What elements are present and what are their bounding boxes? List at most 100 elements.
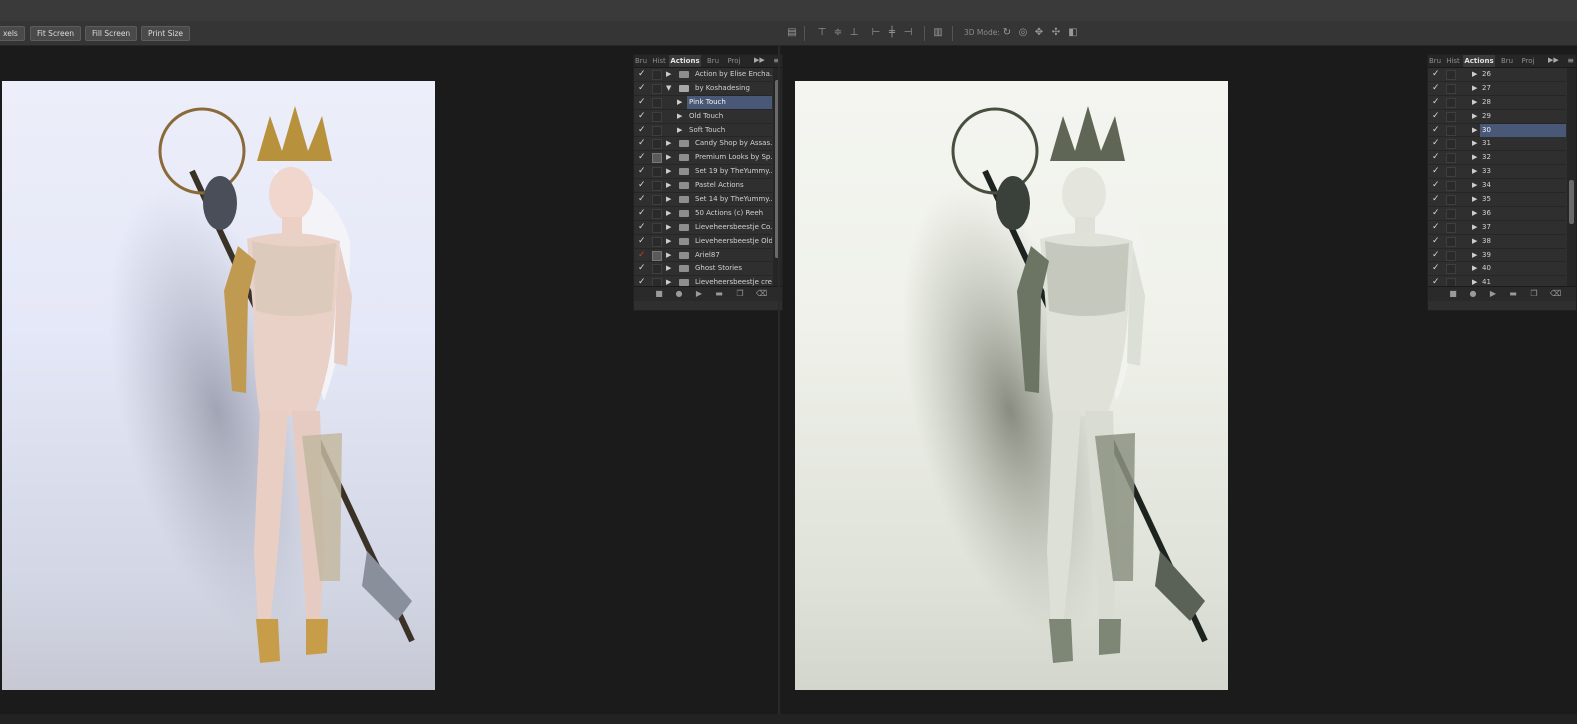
fill-screen-button[interactable]: Fill Screen [85, 26, 138, 41]
action-row[interactable]: ✓ ▶ 26 [1428, 68, 1566, 82]
document-canvas-left[interactable] [2, 81, 435, 690]
action-row[interactable]: ✓ ▶ 34 [1428, 179, 1566, 194]
toggle-dialog-icon[interactable] [652, 111, 662, 122]
action-row[interactable]: ✓ ▶ Old Touch [634, 110, 772, 124]
action-set-row[interactable]: ✓ ▼ by Koshadesing [634, 82, 772, 96]
record-icon[interactable]: ● [1468, 289, 1478, 299]
toggle-dialog-icon[interactable] [652, 222, 662, 233]
action-set-row[interactable]: ✓ ▶ Action by Elise Encha... [634, 68, 772, 82]
action-row[interactable]: ✓ ▶ 39 [1428, 249, 1566, 263]
tab-brush[interactable]: Bru [1428, 55, 1442, 67]
delete-icon[interactable]: ⌫ [1550, 289, 1561, 299]
expand-triangle-icon[interactable]: ▶ [1472, 193, 1477, 206]
toggle-item-checkmark-icon[interactable]: ✓ [638, 207, 648, 220]
align-left-icon[interactable]: ⊢ [870, 27, 882, 39]
tab-history[interactable]: Hist [650, 55, 668, 67]
toggle-item-checkmark-icon[interactable]: ✓ [1432, 124, 1442, 137]
toggle-item-checkmark-icon[interactable]: ✓ [1432, 249, 1442, 262]
action-set-row[interactable]: ✓ ▶ Ghost Stories [634, 262, 772, 277]
expand-triangle-icon[interactable]: ▶ [666, 137, 671, 150]
expand-triangle-icon[interactable]: ▶ [666, 276, 671, 286]
toggle-item-checkmark-icon[interactable]: ✓ [638, 165, 648, 178]
toggle-dialog-icon[interactable] [652, 264, 662, 275]
action-row[interactable]: ✓ ▶ 30 [1428, 123, 1566, 138]
toggle-dialog-icon[interactable] [1446, 208, 1456, 219]
expand-triangle-icon[interactable]: ▶ [1472, 137, 1477, 150]
document-canvas-right[interactable] [795, 81, 1228, 690]
new-set-icon[interactable]: ▬ [714, 289, 724, 299]
toggle-item-checkmark-icon[interactable]: ✓ [638, 124, 648, 137]
expand-triangle-icon[interactable]: ▶ [1472, 235, 1477, 248]
toggle-dialog-icon[interactable] [652, 250, 662, 261]
toggle-dialog-icon[interactable] [652, 70, 662, 80]
expand-triangle-icon[interactable]: ▶ [666, 165, 671, 178]
panel-menu-icon[interactable]: ≡ [1567, 56, 1574, 65]
action-row[interactable]: ✓ ▶ 40 [1428, 262, 1566, 277]
expand-triangle-icon[interactable]: ▶ [666, 68, 671, 81]
expand-triangle-icon[interactable]: ▶ [666, 179, 671, 192]
expand-triangle-icon[interactable]: ▶ [1472, 124, 1477, 137]
toggle-item-checkmark-icon[interactable]: ✓ [638, 137, 648, 150]
new-action-icon[interactable]: ❐ [735, 289, 745, 299]
auto-align-icon[interactable]: ▤ [786, 27, 798, 39]
toggle-item-checkmark-icon[interactable]: ✓ [638, 262, 648, 275]
action-row[interactable]: ✓ ▶ 31 [1428, 137, 1566, 152]
toggle-dialog-icon[interactable] [652, 83, 662, 94]
expand-triangle-icon[interactable]: ▶ [666, 221, 671, 234]
fit-screen-button[interactable]: Fit Screen [30, 26, 81, 41]
toggle-item-checkmark-icon[interactable]: ✓ [638, 235, 648, 248]
expand-panels-icon[interactable]: ▶▶ [1548, 56, 1559, 64]
action-row[interactable]: ✓ ▶ 32 [1428, 151, 1566, 166]
expand-triangle-icon[interactable]: ▶ [1472, 82, 1477, 95]
align-hcenter-icon[interactable]: ╪ [886, 27, 898, 39]
toggle-dialog-icon[interactable] [652, 139, 662, 150]
tab-history[interactable]: Hist [1444, 55, 1462, 67]
expand-triangle-icon[interactable]: ▶ [1472, 151, 1477, 164]
tab-brush-presets[interactable]: Bru [1496, 55, 1518, 67]
expand-triangle-icon[interactable]: ▶ [677, 124, 682, 137]
toggle-item-checkmark-icon[interactable]: ✓ [638, 193, 648, 206]
delete-icon[interactable]: ⌫ [756, 289, 767, 299]
toggle-dialog-icon[interactable] [1446, 181, 1456, 192]
toggle-dialog-icon[interactable] [1446, 111, 1456, 122]
toggle-dialog-icon[interactable] [1446, 222, 1456, 233]
toggle-dialog-icon[interactable] [1446, 236, 1456, 247]
stop-icon[interactable]: ■ [654, 289, 664, 299]
toggle-dialog-icon[interactable] [652, 167, 662, 178]
toggle-dialog-icon[interactable] [1446, 264, 1456, 275]
toggle-item-checkmark-icon[interactable]: ✓ [1432, 165, 1442, 178]
expand-triangle-icon[interactable]: ▶ [1472, 110, 1477, 123]
toggle-item-checkmark-icon[interactable]: ✓ [638, 110, 648, 123]
expand-triangle-icon[interactable]: ▶ [1472, 262, 1477, 275]
toggle-dialog-icon[interactable] [652, 97, 662, 108]
align-top-icon[interactable]: ⊤ [816, 27, 828, 39]
toggle-item-checkmark-icon[interactable]: ✓ [638, 82, 648, 95]
toggle-item-checkmark-icon[interactable]: ✓ [1432, 179, 1442, 192]
action-set-row[interactable]: ✓ ▶ Set 19 by TheYummy... [634, 165, 772, 180]
action-row[interactable]: ✓ ▶ 27 [1428, 82, 1566, 96]
new-set-icon[interactable]: ▬ [1508, 289, 1518, 299]
toggle-dialog-icon[interactable] [652, 181, 662, 192]
new-action-icon[interactable]: ❐ [1529, 289, 1539, 299]
toggle-item-checkmark-icon[interactable]: ✓ [1432, 207, 1442, 220]
toggle-dialog-icon[interactable] [652, 125, 662, 136]
expand-triangle-icon[interactable]: ▶ [666, 193, 671, 206]
tab-actions[interactable]: Actions [1463, 55, 1495, 67]
tab-brush[interactable]: Bru [634, 55, 648, 67]
expand-triangle-icon[interactable]: ▶ [666, 151, 671, 164]
action-row[interactable]: ✓ ▶ Soft Touch [634, 124, 772, 138]
toggle-item-checkmark-icon[interactable]: ✓ [1432, 193, 1442, 206]
toggle-item-checkmark-icon[interactable]: ✓ [638, 179, 648, 192]
action-set-row[interactable]: ✓ ▶ Lieveheersbeestje cre... [634, 276, 772, 286]
expand-triangle-icon[interactable]: ▶ [666, 235, 671, 248]
toggle-dialog-icon[interactable] [1446, 83, 1456, 94]
action-set-row[interactable]: ✓ ▶ Candy Shop by Assas... [634, 137, 772, 152]
actual-pixels-button[interactable]: xels [0, 26, 25, 41]
toggle-item-checkmark-icon[interactable]: ✓ [638, 68, 648, 81]
3d-rotate-icon[interactable]: ↻ [1001, 27, 1013, 39]
print-size-button[interactable]: Print Size [141, 26, 191, 41]
action-set-row[interactable]: ✓ ▶ Ariel87 [634, 249, 772, 263]
toggle-dialog-icon[interactable] [1446, 278, 1456, 286]
expand-triangle-icon[interactable]: ▶ [1472, 96, 1477, 109]
expand-triangle-icon[interactable]: ▶ [666, 207, 671, 220]
